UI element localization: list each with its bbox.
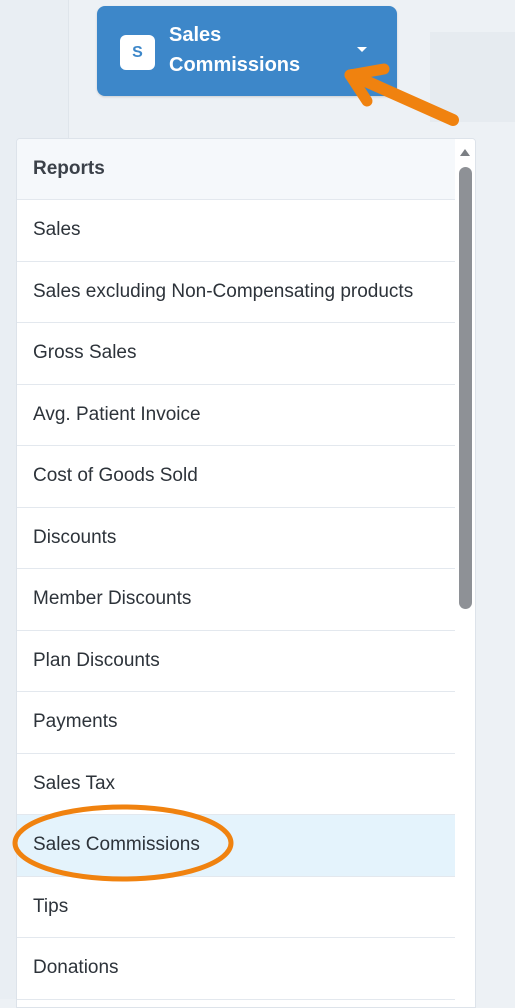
reports-list: Reports Sales Sales excluding Non-Compen… <box>17 139 455 1000</box>
dropdown-item-sales-commissions[interactable]: Sales Commissions <box>17 815 455 877</box>
dropdown-item-tips[interactable]: Tips <box>17 877 455 938</box>
chevron-down-icon[interactable] <box>357 47 367 52</box>
dropdown-item-member-discounts[interactable]: Member Discounts <box>17 569 455 631</box>
dropdown-item-gross-sales[interactable]: Gross Sales <box>17 323 455 385</box>
dropdown-item-discounts[interactable]: Discounts <box>17 508 455 569</box>
dropdown-item-plan-discounts[interactable]: Plan Discounts <box>17 631 455 692</box>
dropdown-group-header: Reports <box>17 139 455 200</box>
arrow-annotation-icon <box>344 63 459 126</box>
scrollbar-thumb[interactable] <box>459 167 472 609</box>
dropdown-item-donations[interactable]: Donations <box>17 938 455 1000</box>
dropdown-item-avg-patient-invoice[interactable]: Avg. Patient Invoice <box>17 385 455 446</box>
sidebar-edge-divider <box>68 0 69 140</box>
scroll-up-icon[interactable] <box>460 149 470 156</box>
dropdown-item-sales[interactable]: Sales <box>17 200 455 262</box>
report-badge-icon: S <box>120 35 155 70</box>
dropdown-item-payments[interactable]: Payments <box>17 692 455 754</box>
dropdown-item-cost-of-goods-sold[interactable]: Cost of Goods Sold <box>17 446 455 508</box>
dropdown-item-sales-excluding-non-compensating[interactable]: Sales excluding Non-Compensating product… <box>17 262 455 323</box>
reports-dropdown: Reports Sales Sales excluding Non-Compen… <box>16 138 476 1008</box>
dropdown-item-sales-tax[interactable]: Sales Tax <box>17 754 455 815</box>
